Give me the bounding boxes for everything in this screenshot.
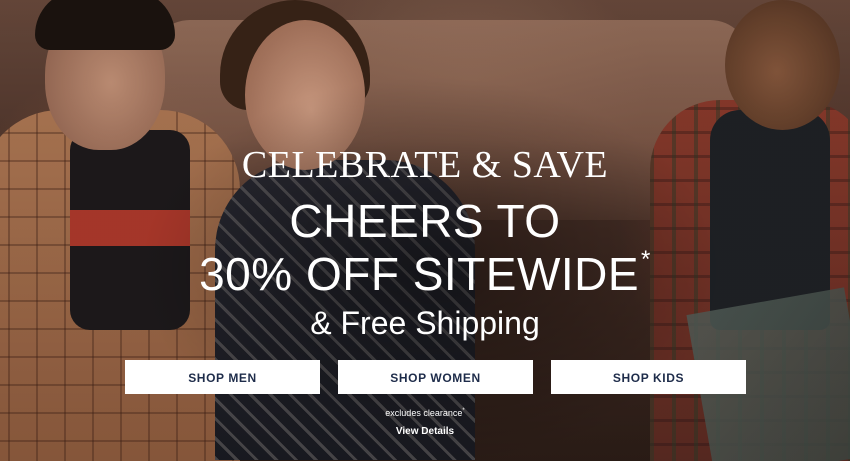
hero-content: CELEBRATE & SAVE CHEERS TO 30% OFF SITEW…	[0, 0, 850, 461]
promo-headline-offer: 30% OFF SITEWIDE	[199, 248, 640, 300]
promo-details: View Details	[0, 421, 850, 439]
promo-exclusion-text: excludes clearance	[385, 408, 463, 418]
shop-kids-button[interactable]: SHOP KIDS	[551, 360, 746, 394]
promo-subline: & Free Shipping	[310, 305, 540, 341]
promo-headline-asterisk: *	[641, 246, 651, 273]
promo-headline-line1: CHEERS TO	[289, 195, 561, 247]
shop-women-button[interactable]: SHOP WOMEN	[338, 360, 533, 394]
promo-eyebrow: CELEBRATE & SAVE	[241, 144, 609, 186]
promo-headline-line2: 30% OFF SITEWIDE*	[0, 246, 850, 301]
promo-exclusion-mark: *	[462, 408, 465, 414]
shop-men-button[interactable]: SHOP MEN	[125, 360, 320, 394]
promo-hero-banner[interactable]: CELEBRATE & SAVE CHEERS TO 30% OFF SITEW…	[0, 0, 850, 461]
view-details-link[interactable]: View Details	[396, 426, 454, 437]
promo-exclusion-note: excludes clearance*	[0, 405, 850, 419]
